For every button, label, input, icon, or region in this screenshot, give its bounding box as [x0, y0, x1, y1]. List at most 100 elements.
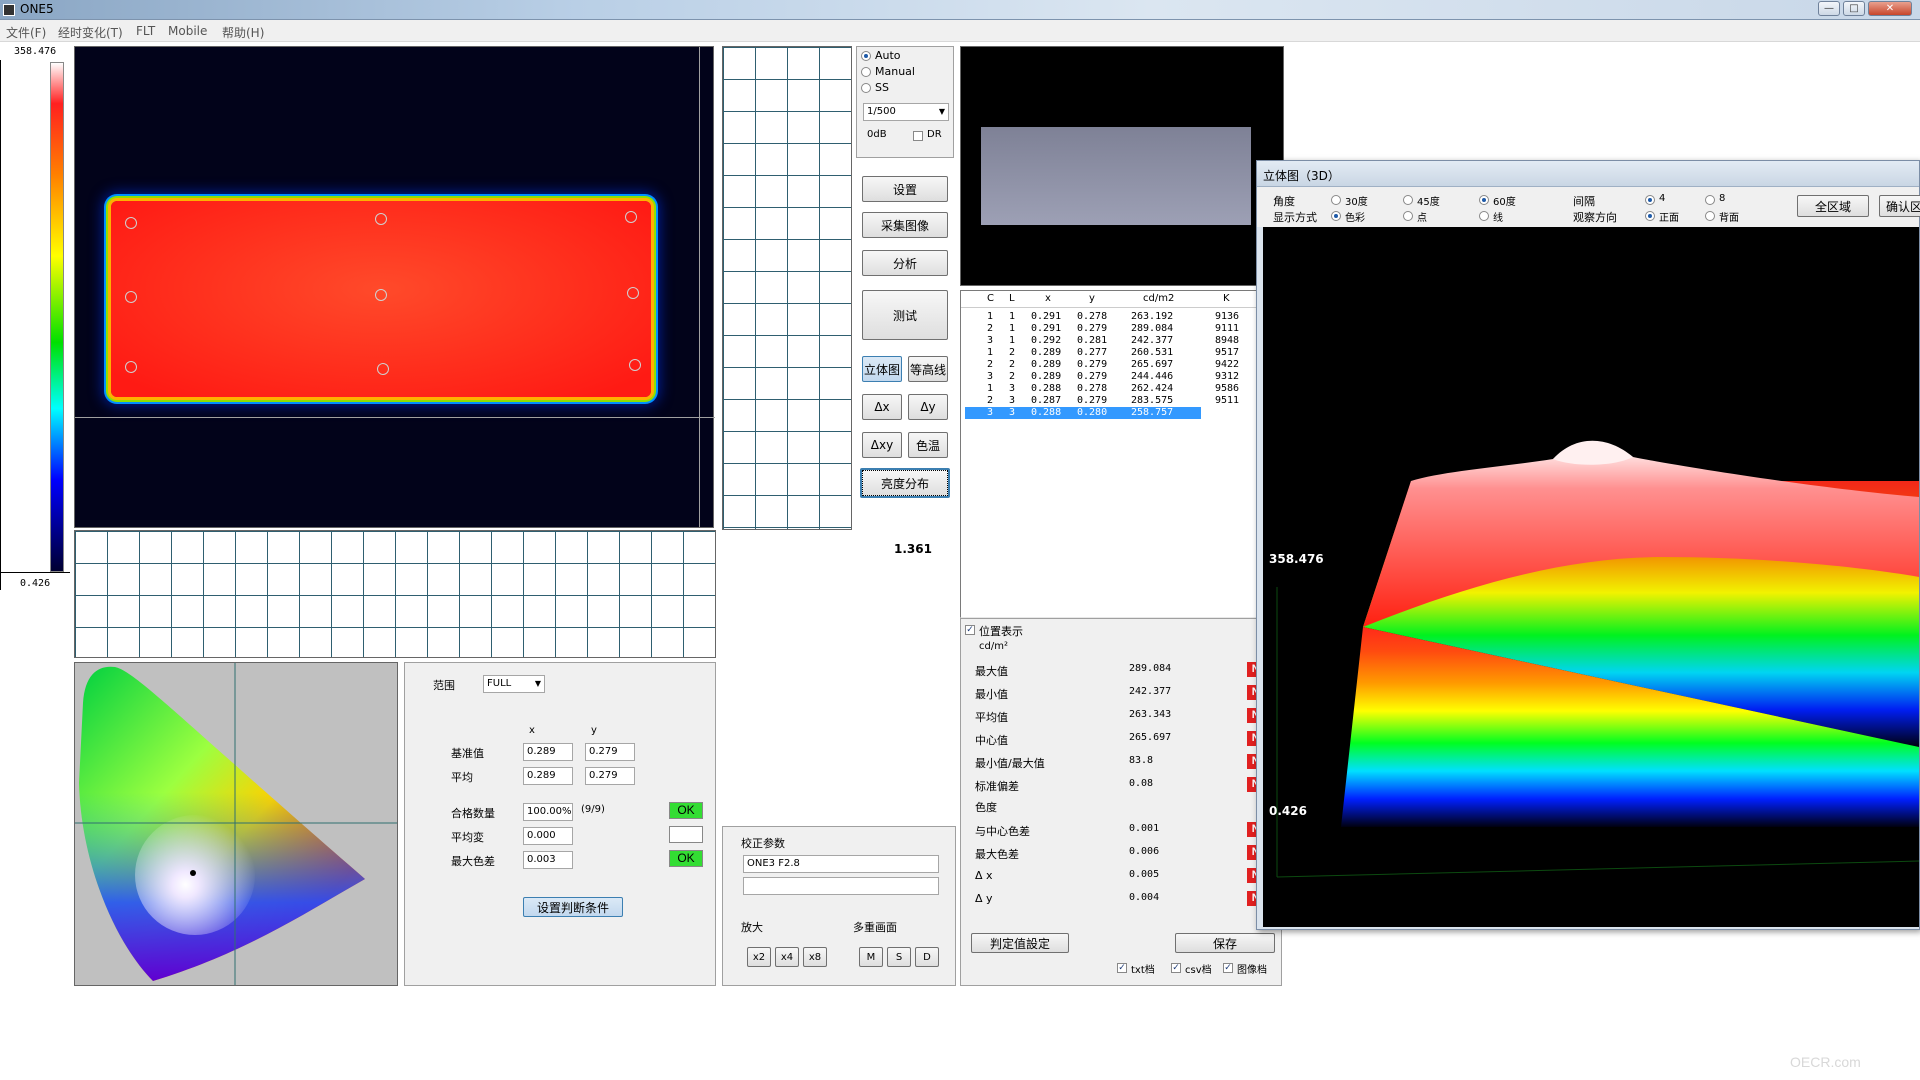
- capture-button[interactable]: 采集图像: [862, 212, 948, 238]
- confirm-button[interactable]: 确认区: [1879, 195, 1920, 217]
- measurement-table[interactable]: C L x y cd/m2 K 1 1 0.291 0.278 263.192 9136 2…: [960, 290, 1258, 618]
- display-color-label: 色彩: [1345, 213, 1365, 224]
- contour-button[interactable]: 等高线: [908, 356, 948, 382]
- ref-y-field[interactable]: 0.279: [585, 743, 635, 761]
- display-point-radio[interactable]: [1403, 211, 1413, 221]
- radio-ss[interactable]: [861, 83, 871, 93]
- angle-30-radio[interactable]: [1331, 195, 1341, 205]
- direction-label: 观察方向: [1573, 211, 1617, 224]
- shutter-select[interactable]: 1/500 ▼: [863, 103, 949, 121]
- display-color-radio[interactable]: [1331, 211, 1341, 221]
- set-condition-button[interactable]: 设置判断条件: [523, 897, 623, 917]
- table-cell: 2: [987, 323, 994, 334]
- direction-back-radio[interactable]: [1705, 211, 1715, 221]
- analyze-button[interactable]: 分析: [862, 250, 948, 276]
- judge-settings-button[interactable]: 判定值設定: [971, 933, 1069, 953]
- menu-help[interactable]: 帮助(H): [222, 24, 264, 41]
- table-cell: 1: [987, 347, 994, 358]
- measure-point[interactable]: [125, 291, 137, 303]
- zoom-x4-button[interactable]: x4: [775, 947, 799, 967]
- lens-field[interactable]: ONE3 F2.8: [743, 855, 939, 873]
- view3d-button[interactable]: 立体图: [862, 356, 902, 382]
- measure-point[interactable]: [125, 217, 137, 229]
- image-export-checkbox[interactable]: ✓: [1223, 963, 1233, 973]
- range-select[interactable]: FULL ▼: [483, 675, 545, 693]
- surface-plot[interactable]: 358.476 0.426: [1263, 227, 1919, 927]
- table-row[interactable]: 1 3 0.288 0.278 262.424 9586: [965, 383, 1239, 395]
- delta-xy-button[interactable]: Δxy: [862, 432, 902, 458]
- display-line-radio[interactable]: [1479, 211, 1489, 221]
- table-cell: 3: [987, 407, 994, 418]
- menu-mobile[interactable]: Mobile: [168, 24, 207, 38]
- measure-point[interactable]: [627, 287, 639, 299]
- txt-export-checkbox[interactable]: ✓: [1117, 963, 1127, 973]
- angle-60-radio[interactable]: [1479, 195, 1489, 205]
- stat-value: 265.697: [1129, 732, 1172, 743]
- menu-file[interactable]: 文件(F): [6, 24, 46, 41]
- cie-measured-point: [190, 870, 196, 876]
- max-diff-field: 0.003: [523, 851, 573, 869]
- settings-button[interactable]: 设置: [862, 176, 948, 202]
- dr-checkbox[interactable]: [913, 131, 923, 141]
- measure-point[interactable]: [125, 361, 137, 373]
- cie-svg: [75, 663, 397, 985]
- table-row[interactable]: 2 3 0.287 0.279 283.575 9511: [965, 395, 1239, 407]
- angle-45-label: 45度: [1417, 197, 1440, 208]
- menu-flt[interactable]: FLT: [136, 24, 155, 38]
- measure-point[interactable]: [377, 363, 389, 375]
- calibration-extra-field[interactable]: [743, 877, 939, 895]
- table-cell: 9517: [1215, 347, 1240, 358]
- minimize-button[interactable]: —: [1818, 1, 1840, 16]
- angle-45-radio[interactable]: [1403, 195, 1413, 205]
- interval-8-radio[interactable]: [1705, 195, 1715, 205]
- multi-s-button[interactable]: S: [887, 947, 911, 967]
- close-button[interactable]: ✕: [1868, 1, 1912, 16]
- table-row[interactable]: 3 2 0.289 0.279 244.446 9312: [965, 371, 1239, 383]
- radio-manual[interactable]: [861, 67, 871, 77]
- table-cell: 0.288: [1031, 407, 1062, 418]
- measure-button[interactable]: 测试: [862, 290, 948, 340]
- delta-y-button[interactable]: Δy: [908, 394, 948, 420]
- header-divider: [961, 307, 1257, 308]
- table-cell: 0.279: [1077, 395, 1108, 406]
- position-display-checkbox[interactable]: ✓: [965, 625, 975, 635]
- ref-x-field[interactable]: 0.289: [523, 743, 573, 761]
- save-button[interactable]: 保存: [1175, 933, 1275, 953]
- range-value: FULL: [487, 678, 512, 689]
- direction-front-radio[interactable]: [1645, 211, 1655, 221]
- table-row[interactable]: 2 1 0.291 0.279 289.084 9111: [965, 323, 1239, 335]
- interval-label: 间隔: [1573, 195, 1595, 208]
- maximize-button[interactable]: □: [1843, 1, 1865, 16]
- display-line-label: 线: [1493, 213, 1503, 224]
- zoom-x2-button[interactable]: x2: [747, 947, 771, 967]
- delta-x-button[interactable]: Δx: [862, 394, 902, 420]
- interval-4-radio[interactable]: [1645, 195, 1655, 205]
- table-cell: 263.192: [1131, 311, 1174, 322]
- multi-d-button[interactable]: D: [915, 947, 939, 967]
- luminance-image-view[interactable]: [74, 46, 715, 528]
- menu-time-change[interactable]: 经时变化(T): [58, 24, 123, 41]
- measure-point[interactable]: [629, 359, 641, 371]
- brightness-distribution-button[interactable]: 亮度分布: [860, 468, 950, 498]
- full-area-button[interactable]: 全区域: [1797, 195, 1869, 217]
- measure-point[interactable]: [625, 211, 637, 223]
- table-row[interactable]: 2 2 0.289 0.279 265.697 9422: [965, 359, 1239, 371]
- angle-label: 角度: [1273, 195, 1295, 208]
- cie-chromaticity-diagram: [74, 662, 398, 986]
- table-row[interactable]: 3 1 0.292 0.281 242.377 8948: [965, 335, 1239, 347]
- zoom-x8-button[interactable]: x8: [803, 947, 827, 967]
- radio-auto[interactable]: [861, 51, 871, 61]
- csv-export-checkbox[interactable]: ✓: [1171, 963, 1181, 973]
- color-temp-button[interactable]: 色温: [908, 432, 948, 458]
- measure-point[interactable]: [375, 289, 387, 301]
- table-cell: 0.278: [1077, 383, 1108, 394]
- image-export-label: 图像档: [1237, 965, 1267, 976]
- table-row[interactable]: 1 1 0.291 0.278 263.192 9136: [965, 311, 1239, 323]
- table-row[interactable]: 3 3 0.288 0.280 258.757 9461: [965, 407, 1239, 419]
- measure-point[interactable]: [375, 213, 387, 225]
- table-row[interactable]: 1 2 0.289 0.277 260.531 9517: [965, 347, 1239, 359]
- multi-m-button[interactable]: M: [859, 947, 883, 967]
- stat-label: 中心值: [975, 734, 1008, 747]
- window-title: ONE5: [20, 2, 54, 16]
- calibration-panel: 校正参数 ONE3 F2.8 放大 多重画面 x2 x4 x8 M S D: [722, 826, 956, 986]
